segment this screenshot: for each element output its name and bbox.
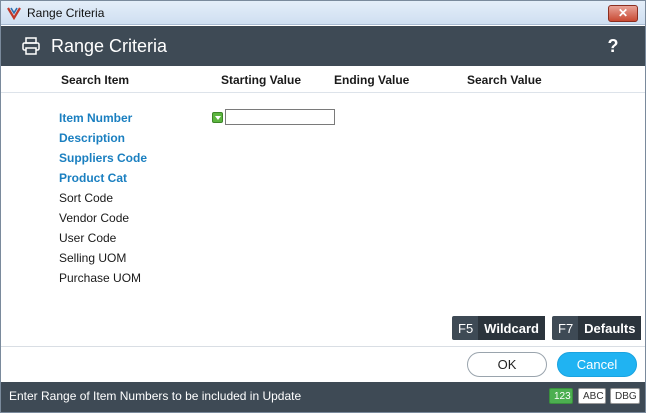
status-message: Enter Range of Item Numbers to be includ… (9, 389, 302, 403)
defaults-label: Defaults (578, 316, 642, 340)
dialog-header: Range Criteria ? (1, 26, 645, 66)
wildcard-button[interactable]: F5 Wildcard (452, 316, 545, 340)
title-bar: Range Criteria ✕ (1, 1, 645, 25)
field-vendor-code[interactable]: Vendor Code (59, 211, 129, 225)
caps-mode-badge[interactable]: ABC (578, 388, 606, 404)
col-search-item: Search Item (61, 73, 130, 87)
field-product-cat[interactable]: Product Cat (59, 171, 127, 185)
status-bar: Enter Range of Item Numbers to be includ… (1, 382, 645, 412)
col-starting-value: Starting Value (221, 73, 302, 87)
field-user-code[interactable]: User Code (59, 231, 116, 245)
field-item-number[interactable]: Item Number (59, 111, 132, 125)
field-selling-uom[interactable]: Selling UOM (59, 251, 126, 265)
window-title: Range Criteria (27, 6, 105, 20)
col-search-value: Search Value (467, 73, 542, 87)
footer-divider (1, 346, 645, 347)
field-suppliers-code[interactable]: Suppliers Code (59, 151, 147, 165)
wildcard-label: Wildcard (478, 316, 545, 340)
dropdown-marker-icon[interactable] (212, 112, 223, 123)
ok-button[interactable]: OK (467, 352, 547, 377)
dialog-title: Range Criteria (51, 36, 168, 56)
defaults-button[interactable]: F7 Defaults (552, 316, 642, 340)
cancel-button[interactable]: Cancel (557, 352, 637, 377)
field-purchase-uom[interactable]: Purchase UOM (59, 271, 141, 285)
close-button[interactable]: ✕ (608, 5, 638, 22)
field-sort-code[interactable]: Sort Code (59, 191, 113, 205)
numeric-mode-badge[interactable]: 123 (549, 388, 573, 404)
field-description[interactable]: Description (59, 131, 125, 145)
app-logo-icon (7, 7, 21, 20)
debug-mode-badge[interactable]: DBG (610, 388, 640, 404)
column-headers: Search Item Starting Value Ending Value … (1, 67, 645, 93)
help-icon[interactable]: ? (605, 36, 621, 56)
printer-icon (22, 37, 40, 55)
starting-value-input[interactable] (225, 109, 335, 125)
defaults-key: F7 (558, 320, 574, 336)
range-criteria-window: Range Criteria ✕ Range Criteria ? Search… (0, 0, 646, 413)
wildcard-key: F5 (458, 320, 474, 336)
col-ending-value: Ending Value (334, 73, 410, 87)
